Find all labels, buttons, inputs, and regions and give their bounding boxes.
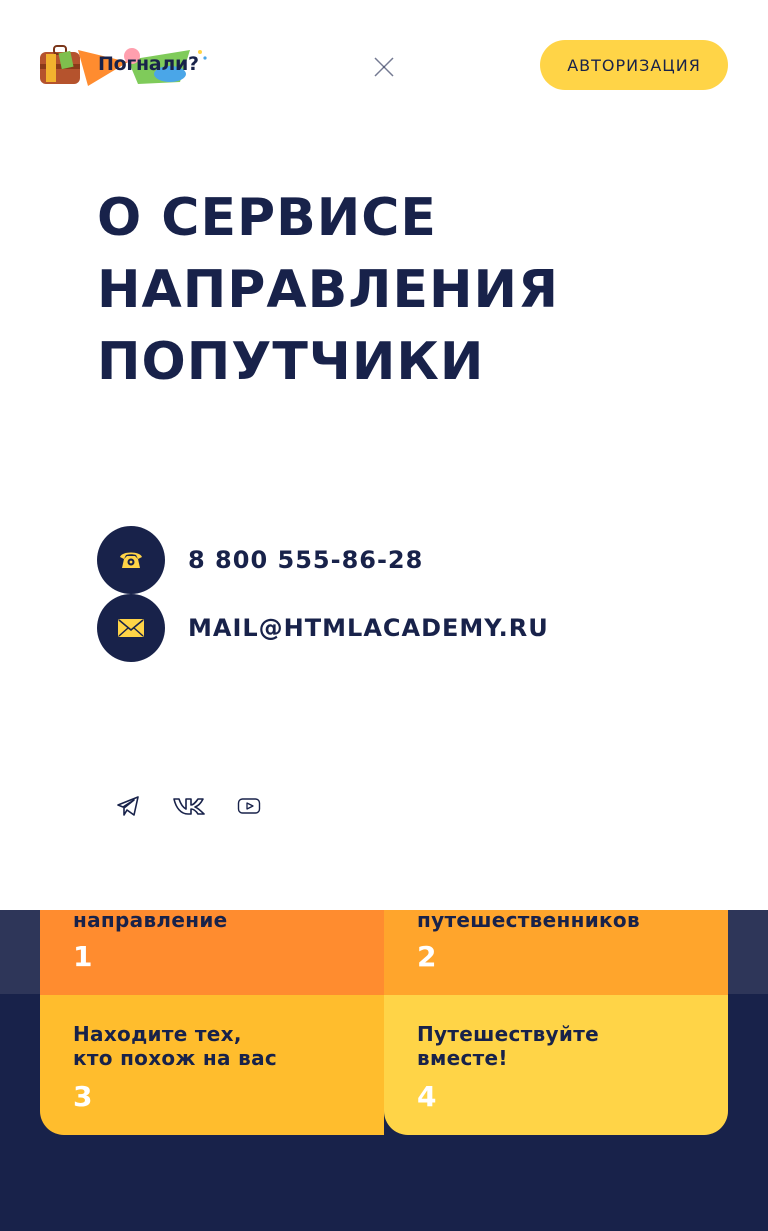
step-number-3: 3 xyxy=(73,1080,93,1113)
telegram-link[interactable] xyxy=(112,792,144,820)
email-link[interactable]: MAIL@HTMLACADEMY.RU xyxy=(97,594,549,662)
mail-icon xyxy=(118,619,144,637)
auth-button[interactable]: АВТОРИЗАЦИЯ xyxy=(540,40,728,90)
phone-icon xyxy=(120,552,142,568)
mail-icon-circle xyxy=(97,594,165,662)
step-card-3: Находите тех, кто похож на вас 3 xyxy=(40,995,384,1135)
step-number-4: 4 xyxy=(417,1080,437,1113)
youtube-link[interactable] xyxy=(233,792,265,820)
email-address: MAIL@HTMLACADEMY.RU xyxy=(188,614,549,642)
close-icon xyxy=(374,57,394,77)
phone-number: 8 800 555-86-28 xyxy=(188,546,424,574)
logo-text: Погнали? xyxy=(98,53,199,75)
phone-link[interactable]: 8 800 555-86-28 xyxy=(97,526,423,594)
nav-item-directions[interactable]: НАПРАВЛЕНИЯ xyxy=(97,254,559,326)
step-text-3: Находите тех, кто похож на вас xyxy=(73,1022,278,1070)
step-card-4: Путешествуйте вместе! 4 xyxy=(384,995,728,1135)
telegram-icon xyxy=(117,796,139,816)
step-text-1: направление xyxy=(73,908,228,932)
step-text-4: Путешествуйте вместе! xyxy=(417,1022,599,1070)
main-menu: Погнали? АВТОРИЗАЦИЯ О СЕРВИСЕ НАПРАВЛЕН… xyxy=(0,0,768,910)
nav-item-about[interactable]: О СЕРВИСЕ xyxy=(97,182,559,254)
vk-link[interactable] xyxy=(173,792,205,820)
step-text-2: путешественников xyxy=(417,908,640,932)
youtube-icon xyxy=(237,798,261,814)
step-number-2: 2 xyxy=(417,940,437,973)
logo[interactable]: Погнали? xyxy=(40,44,210,90)
nav-item-companions[interactable]: ПОПУТЧИКИ xyxy=(97,326,559,398)
step-number-1: 1 xyxy=(73,940,93,973)
site-navigation: О СЕРВИСЕ НАПРАВЛЕНИЯ ПОПУТЧИКИ xyxy=(97,182,559,398)
close-menu-button[interactable] xyxy=(372,55,396,79)
vk-icon xyxy=(173,798,205,815)
phone-icon-circle xyxy=(97,526,165,594)
